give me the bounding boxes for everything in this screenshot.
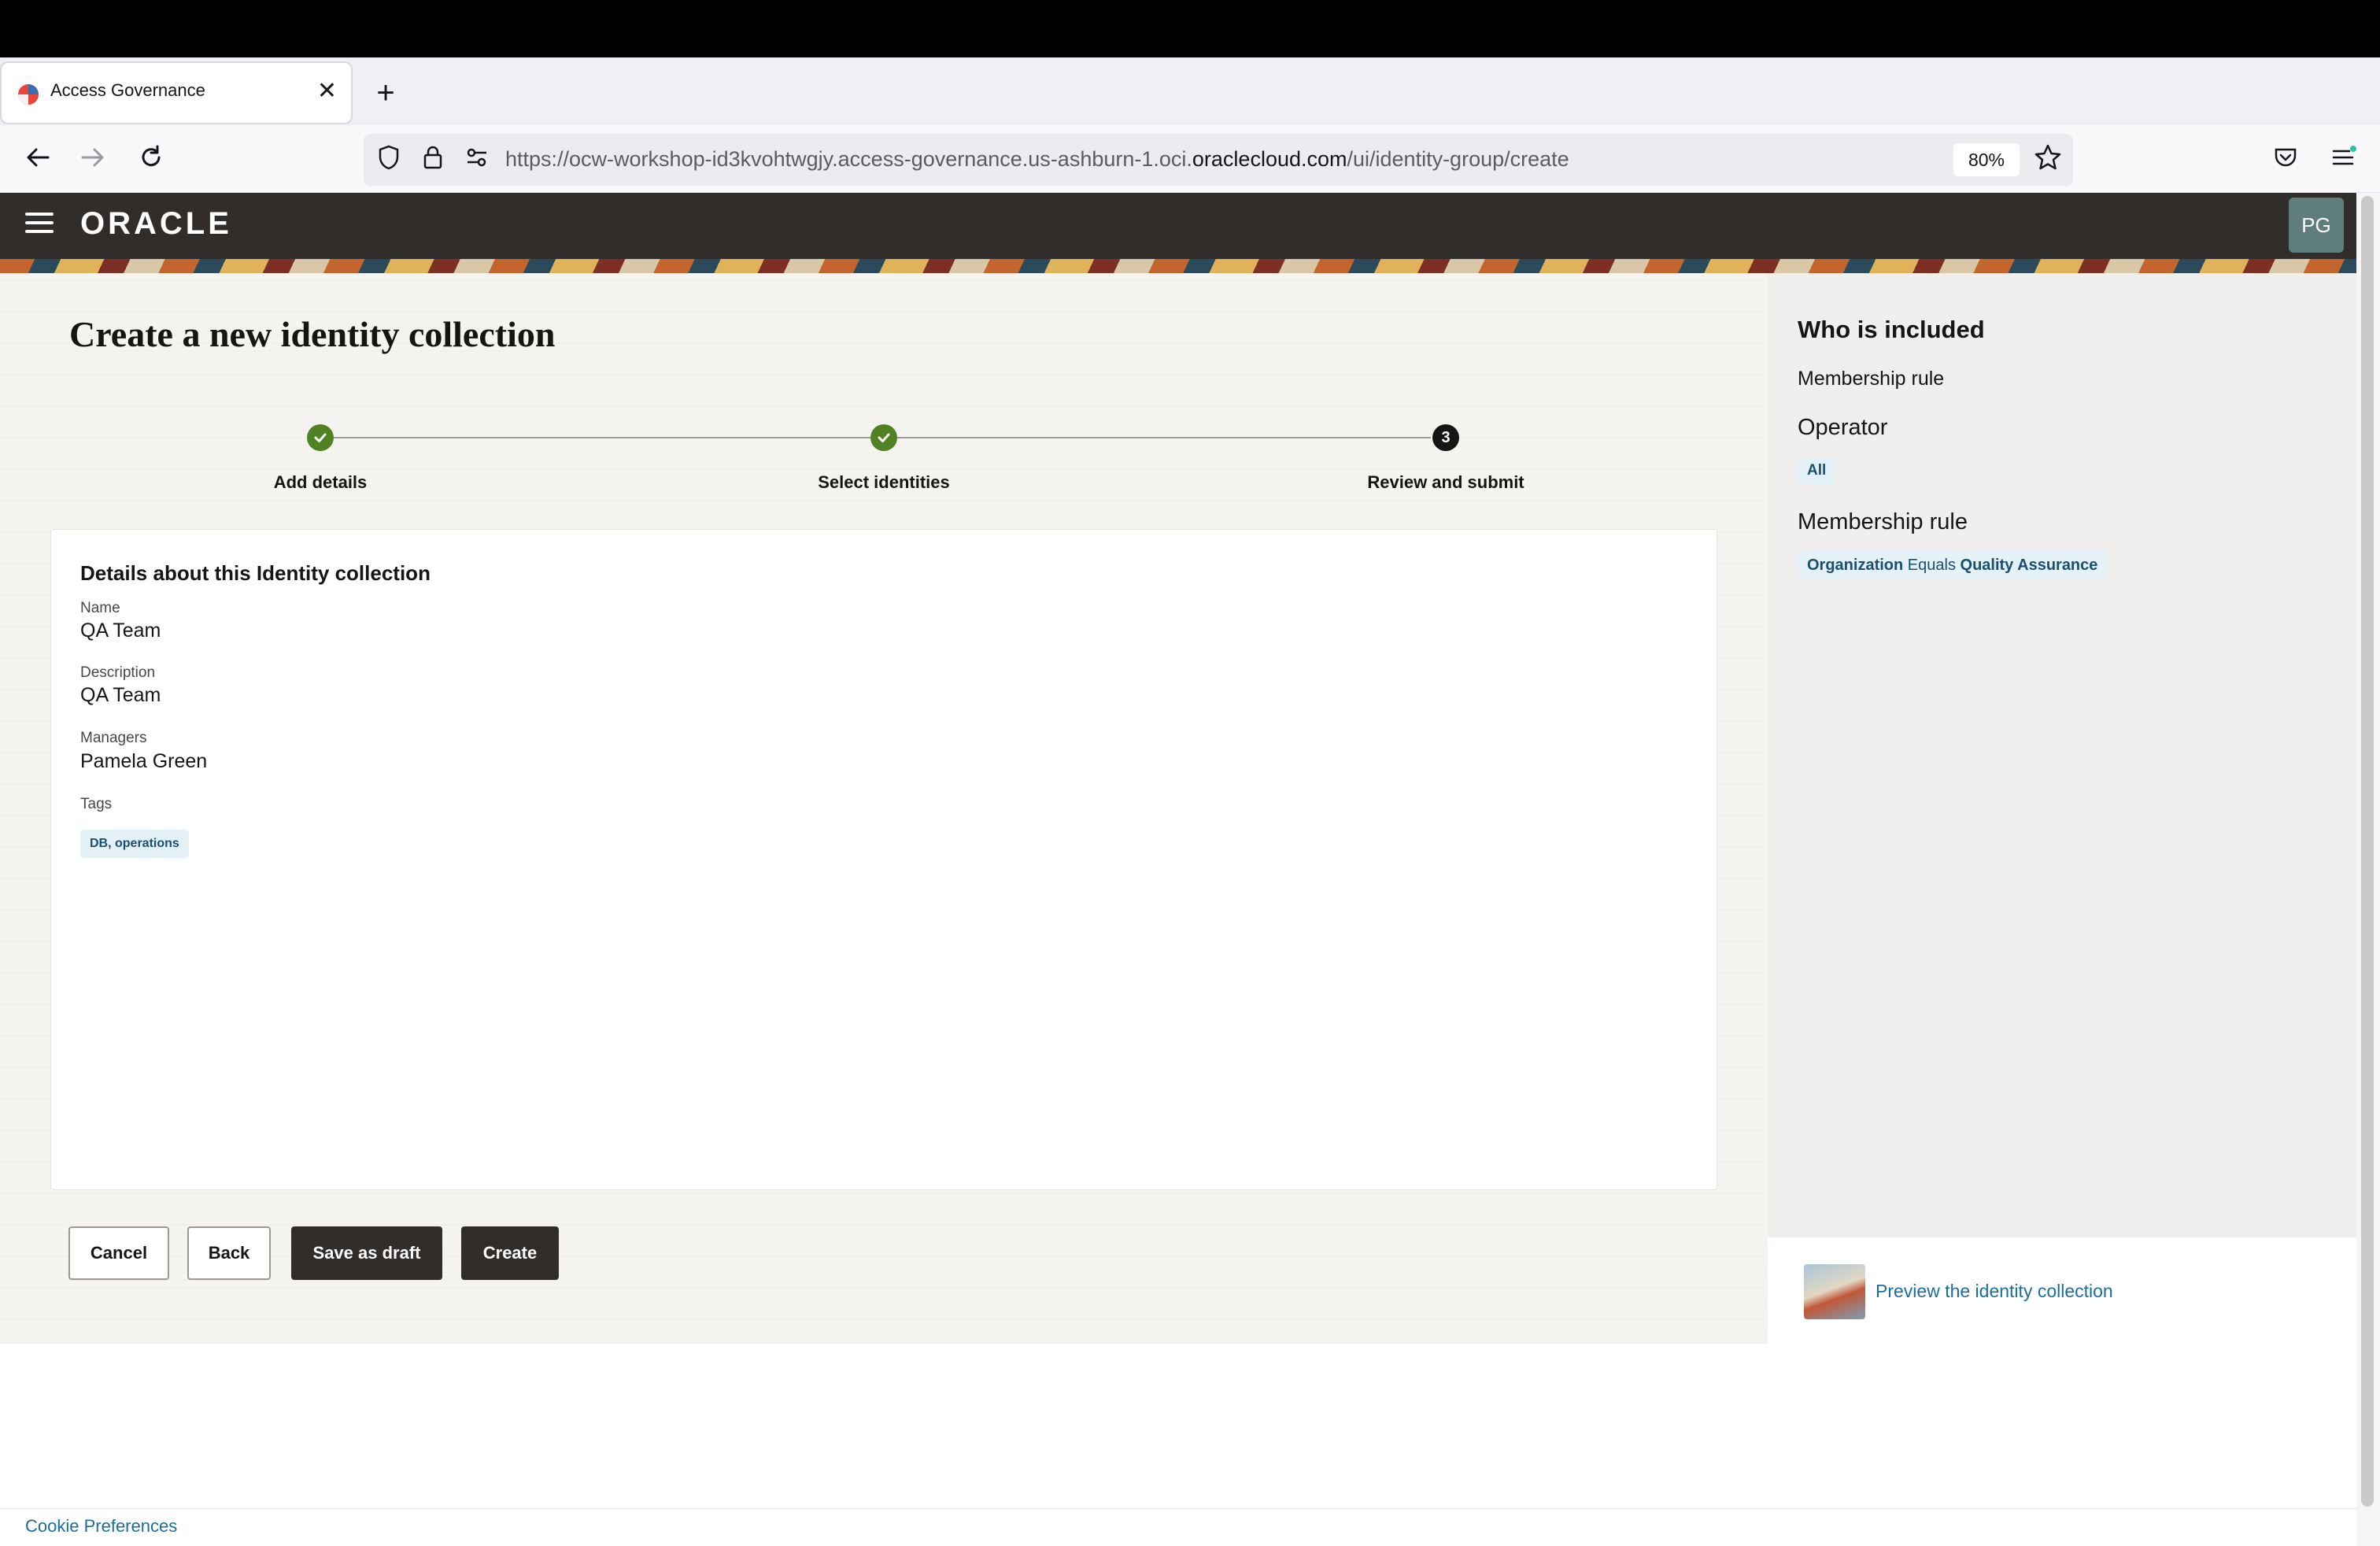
step-1-check-icon xyxy=(307,424,334,451)
rule-value: Quality Assurance xyxy=(1960,557,2098,574)
oracle-favicon-icon xyxy=(18,84,39,105)
hamburger-menu-icon[interactable] xyxy=(25,213,54,236)
tags-label: Tags xyxy=(80,796,113,812)
stepper-line-1 xyxy=(334,437,872,438)
page-footer xyxy=(0,1508,2356,1546)
new-tab-button[interactable]: + xyxy=(370,72,401,113)
name-label: Name xyxy=(80,600,120,616)
tab-close-icon[interactable]: ✕ xyxy=(317,76,337,107)
rule-operator: Equals xyxy=(1907,557,1956,574)
scrollbar-thumb[interactable] xyxy=(2361,196,2374,1507)
managers-value: Pamela Green xyxy=(80,750,208,772)
url-text[interactable]: https://ocw-workshop-id3kvohtwgjy.access… xyxy=(505,147,1569,172)
step-label-review-submit: Review and submit xyxy=(1367,472,1524,492)
os-menu-bar xyxy=(0,0,2380,57)
operator-chip: All xyxy=(1798,457,1836,484)
cancel-button[interactable]: Cancel xyxy=(68,1226,169,1280)
description-value: QA Team xyxy=(80,684,161,706)
preview-identity-collection-link[interactable]: Preview the identity collection xyxy=(1876,1281,2113,1302)
url-prefix: https://ocw-workshop-id3kvohtwgjy.access… xyxy=(505,147,1192,171)
page-title: Create a new identity collection xyxy=(69,314,556,354)
cookie-preferences-link[interactable]: Cookie Preferences xyxy=(25,1516,177,1537)
operator-heading: Operator xyxy=(1798,415,1888,440)
pocket-icon[interactable] xyxy=(2268,140,2303,175)
bookmark-star-icon[interactable] xyxy=(2031,140,2065,175)
back-button[interactable]: Back xyxy=(187,1226,271,1280)
details-card xyxy=(50,529,1717,1190)
side-panel-subtitle: Membership rule xyxy=(1798,368,1945,390)
description-label: Description xyxy=(80,664,156,681)
reload-icon[interactable] xyxy=(134,140,168,175)
url-path: /ui/identity-group/create xyxy=(1347,147,1569,171)
step-label-add-details[interactable]: Add details xyxy=(274,472,368,493)
lock-icon[interactable] xyxy=(416,140,450,175)
stepper-line-2 xyxy=(897,437,1431,438)
site-permissions-icon[interactable] xyxy=(460,140,494,175)
browser-tab-access-governance[interactable]: Access Governance ✕ xyxy=(2,63,351,123)
save-as-draft-button[interactable]: Save as draft xyxy=(291,1226,442,1280)
membership-rule-heading: Membership rule xyxy=(1798,509,1968,534)
oracle-logo[interactable]: ORACLE xyxy=(80,206,232,242)
name-value: QA Team xyxy=(80,620,161,642)
user-avatar[interactable]: PG xyxy=(2289,198,2344,253)
decorative-pattern-strip xyxy=(0,259,2356,273)
preview-illustration xyxy=(1804,1264,1865,1319)
step-2-check-icon xyxy=(870,424,897,451)
shield-icon[interactable] xyxy=(371,140,406,175)
tab-title: Access Governance xyxy=(50,80,205,100)
zoom-level-badge[interactable]: 80% xyxy=(1953,143,2020,176)
create-button[interactable]: Create xyxy=(461,1226,559,1280)
managers-label: Managers xyxy=(80,730,147,746)
step-3-number: 3 xyxy=(1432,424,1459,451)
forward-arrow-icon[interactable] xyxy=(76,140,110,175)
url-domain: oraclecloud.com xyxy=(1192,147,1347,171)
side-panel-title: Who is included xyxy=(1798,316,1985,343)
app-menu-icon[interactable] xyxy=(2326,140,2361,175)
back-arrow-icon[interactable] xyxy=(20,140,55,175)
step-label-select-identities[interactable]: Select identities xyxy=(818,472,950,493)
tags-chip: DB, operations xyxy=(80,830,189,858)
app-header xyxy=(0,193,2356,259)
membership-rule-chip: Organization Equals Quality Assurance xyxy=(1798,551,2108,579)
details-heading: Details about this Identity collection xyxy=(80,561,431,585)
browser-tab-strip xyxy=(0,57,2380,125)
rule-attribute: Organization xyxy=(1807,557,1904,574)
